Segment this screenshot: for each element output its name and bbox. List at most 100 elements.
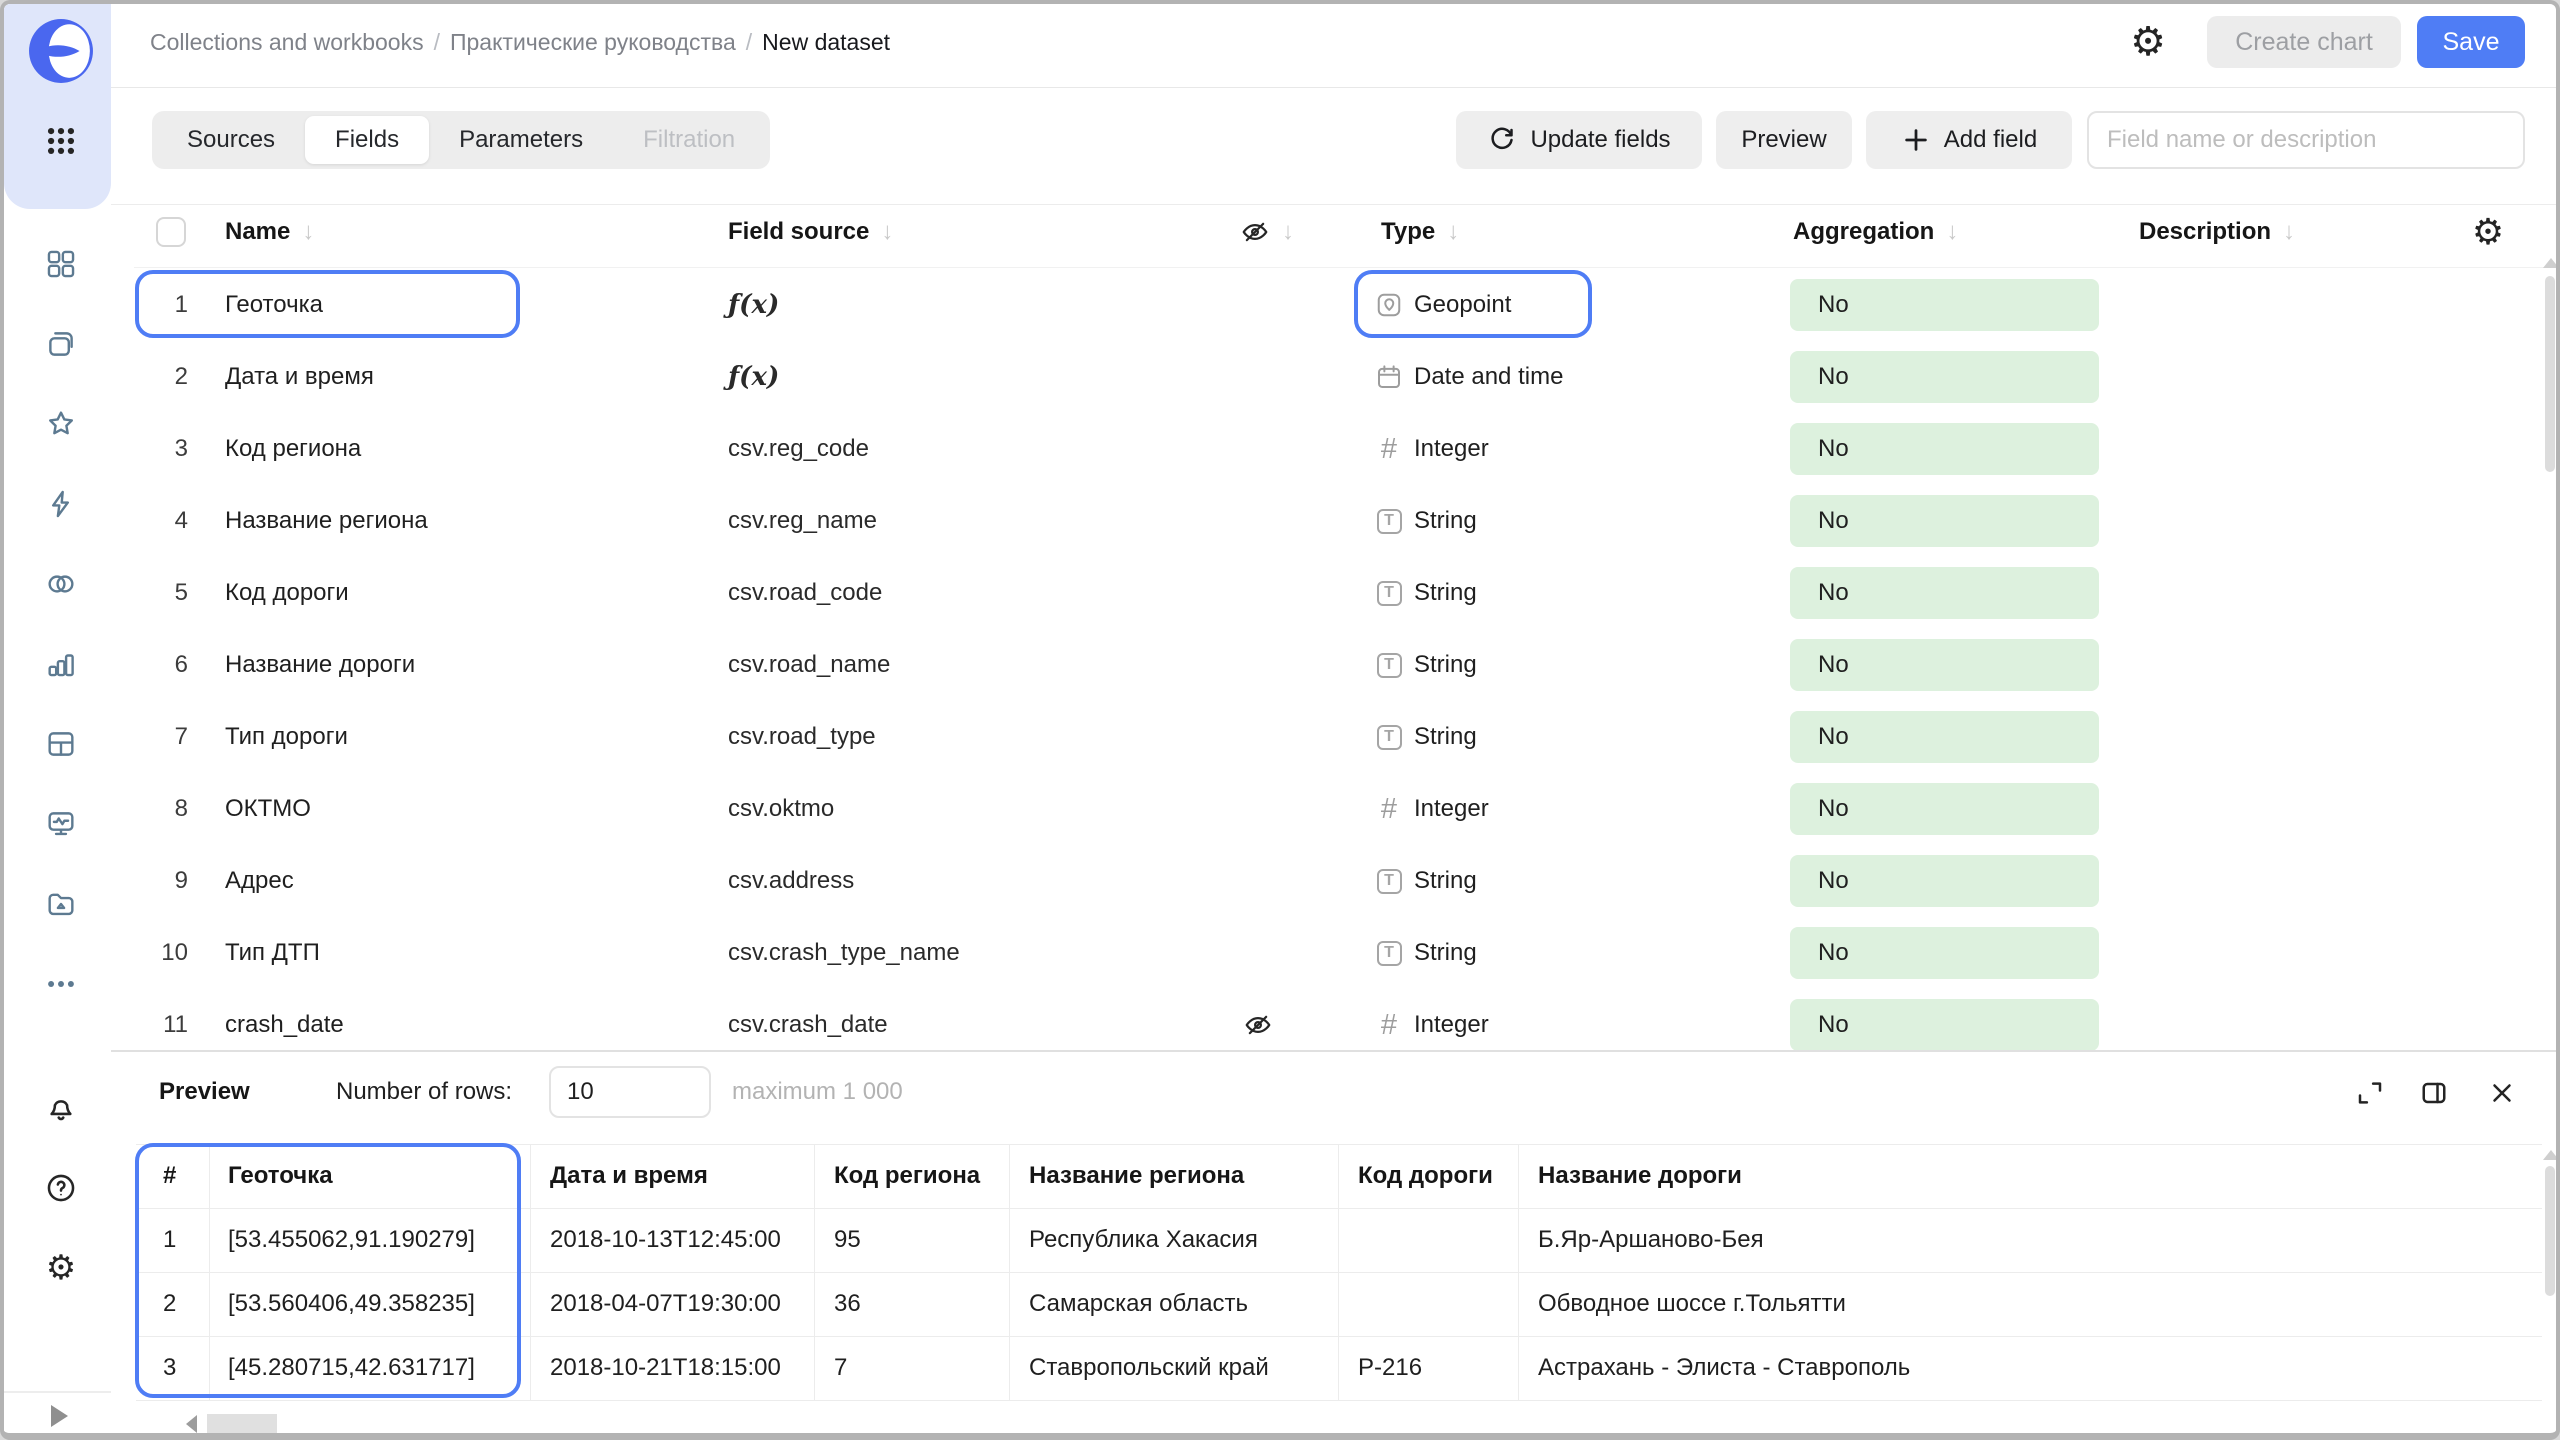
field-search-input[interactable] [2087,111,2525,169]
aggregation-select[interactable]: No [1790,423,2099,475]
type-cell[interactable]: String [1414,485,1477,557]
rows-count-input[interactable] [549,1066,711,1118]
row-number: 9 [144,845,188,917]
settings-icon[interactable]: ⚙ [44,1251,78,1285]
row-number: 3 [144,413,188,485]
field-source-cell: csv.reg_code [728,413,869,485]
field-row: 8ОКТМОcsv.oktmo#IntegerNo [4,773,2560,845]
field-name-cell[interactable]: ОКТМО [225,773,311,845]
type-cell[interactable]: Integer [1414,413,1489,485]
preview-header-cell[interactable]: Название региона [1029,1144,1244,1208]
field-row: 7Тип дорогиcsv.road_typeTStringNo [4,701,2560,773]
dock-panel-icon[interactable] [2418,1077,2450,1109]
field-name-cell[interactable]: Тип дороги [225,701,348,773]
aggregation-select[interactable]: No [1790,639,2099,691]
maximum-rows-hint: maximum 1 000 [732,1066,903,1118]
scroll-up-arrow-icon[interactable] [2543,258,2559,268]
aggregation-select[interactable]: No [1790,855,2099,907]
breadcrumb-separator: / [434,29,440,56]
breadcrumb-workbook[interactable]: Практические руководства [450,29,736,56]
type-cell[interactable]: String [1414,845,1477,917]
preview-cell: 2018-10-13T12:45:00 [550,1208,781,1272]
aggregation-select[interactable]: No [1790,495,2099,547]
notifications-bell-icon[interactable] [44,1091,78,1125]
preview-header-cell[interactable]: Дата и время [550,1144,708,1208]
expand-sidebar-icon[interactable] [51,1405,68,1427]
fields-scrollbar-thumb[interactable] [2545,276,2555,472]
field-name-cell[interactable]: Код региона [225,413,361,485]
field-source-cell: csv.address [728,845,854,917]
tab-filtration: Filtration [613,116,765,164]
type-cell[interactable]: String [1414,917,1477,989]
formula-icon: ƒ(x) [728,269,779,341]
integer-type-icon: # [1372,989,1406,1050]
aggregation-select[interactable]: No [1790,711,2099,763]
type-cell[interactable]: Date and time [1414,341,1563,413]
expand-preview-icon[interactable] [2354,1077,2386,1109]
tab-parameters[interactable]: Parameters [429,116,613,164]
tab-sources[interactable]: Sources [157,116,305,164]
preview-cell: Республика Хакасия [1029,1208,1258,1272]
dataset-settings-gear-icon[interactable]: ⚙ [2126,18,2170,66]
row-number: 8 [144,773,188,845]
horizontal-scrollbar-thumb[interactable] [207,1414,277,1435]
datalens-logo[interactable] [28,18,94,84]
save-button[interactable]: Save [2417,16,2525,68]
visibility-off-icon[interactable] [1238,989,1278,1050]
scroll-up-arrow-icon[interactable] [2543,1150,2559,1160]
close-preview-icon[interactable] [2486,1077,2518,1109]
tab-fields[interactable]: Fields [305,116,429,164]
type-cell[interactable]: Geopoint [1414,269,1511,341]
highlight-geopoint-column-box [135,1143,521,1398]
field-row: 1 Геоточка ƒ(x) Geopoint No [4,269,2560,341]
apps-grid-icon[interactable] [44,124,78,158]
field-name-cell[interactable]: Адрес [225,845,294,917]
aggregation-select[interactable]: No [1790,927,2099,979]
field-name-cell[interactable]: Название дороги [225,629,415,701]
type-cell[interactable]: String [1414,629,1477,701]
scroll-left-arrow-icon[interactable] [186,1415,197,1433]
row-number: 1 [144,269,188,341]
field-row: 5Код дорогиcsv.road_codeTStringNo [4,557,2560,629]
field-source-cell: csv.road_type [728,701,876,773]
preview-cell: Самарская область [1029,1272,1248,1336]
breadcrumb-collections[interactable]: Collections and workbooks [150,29,424,56]
preview-scrollbar-thumb[interactable] [2545,1166,2555,1296]
field-name-cell[interactable]: crash_date [225,989,344,1050]
breadcrumb-separator: / [746,29,752,56]
preview-header-cell[interactable]: Код дороги [1358,1144,1493,1208]
type-cell[interactable]: Integer [1414,773,1489,845]
header-divider [111,87,2556,88]
aggregation-select[interactable]: No [1790,999,2099,1050]
preview-header-cell[interactable]: Код региона [834,1144,980,1208]
sidebar-divider [4,1391,111,1393]
update-fields-button[interactable]: Update fields [1456,111,1702,169]
help-icon[interactable] [44,1171,78,1205]
field-name-cell[interactable]: Название региона [225,485,428,557]
field-name-cell[interactable]: Код дороги [225,557,349,629]
type-cell[interactable]: String [1414,701,1477,773]
add-field-button[interactable]: Add field [1866,111,2072,169]
create-chart-button[interactable]: Create chart [2207,16,2401,68]
aggregation-select[interactable]: No [1790,783,2099,835]
field-name-cell[interactable]: Дата и время [225,341,374,413]
field-name-cell[interactable]: Тип ДТП [225,917,320,989]
row-number: 5 [144,557,188,629]
aggregation-select[interactable]: No [1790,351,2099,403]
field-name-cell[interactable]: Геоточка [225,269,323,341]
preview-title: Preview [159,1066,250,1118]
field-source-cell: csv.crash_date [728,989,888,1050]
row-number: 2 [144,341,188,413]
add-field-label: Add field [1944,126,2037,154]
aggregation-select[interactable]: No [1790,567,2099,619]
preview-header-cell[interactable]: Название дороги [1538,1144,1742,1208]
aggregation-select[interactable]: No [1790,279,2099,331]
integer-type-icon: # [1372,413,1406,485]
preview-panel-divider [111,1050,2556,1052]
type-cell[interactable]: Integer [1414,989,1489,1050]
type-cell[interactable]: String [1414,557,1477,629]
preview-cell: Р-216 [1358,1336,1422,1400]
preview-button[interactable]: Preview [1716,111,1852,169]
row-number: 11 [144,989,188,1050]
string-type-icon: T [1372,485,1406,557]
